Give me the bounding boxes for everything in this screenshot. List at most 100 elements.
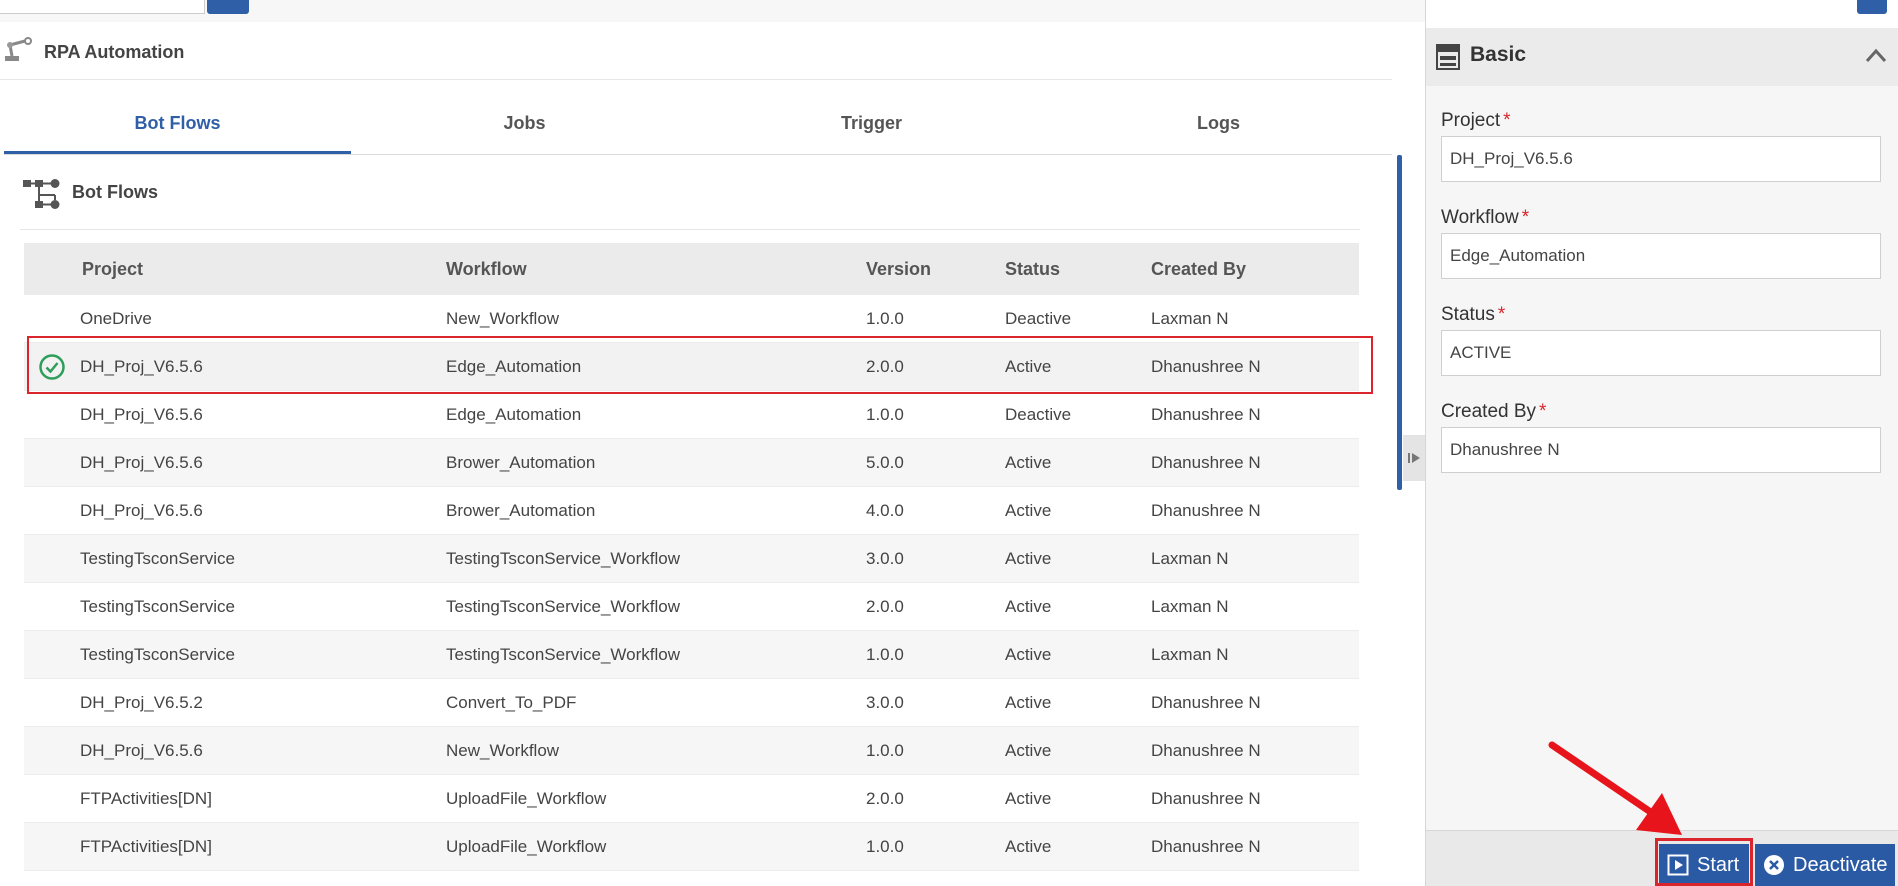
cell-version: 3.0.0: [866, 692, 904, 712]
cell-status: Active: [1005, 740, 1052, 760]
bot-flows-section-header: Bot Flows: [20, 170, 1360, 230]
column-header-status[interactable]: Status: [1005, 259, 1151, 280]
table-row[interactable]: DH_Proj_V6.5.2 Convert_To_PDF 3.0.0 Active D…: [24, 679, 1359, 727]
cell-workflow: Brower_Automation: [446, 500, 596, 520]
cell-workflow: New_Workflow: [446, 740, 560, 760]
chevron-up-icon[interactable]: [1862, 42, 1890, 70]
deactivate-button[interactable]: Deactivate: [1755, 844, 1895, 886]
cell-status: Active: [1005, 644, 1052, 664]
tab-trigger[interactable]: Trigger: [698, 100, 1045, 154]
close-circle-icon: [1764, 855, 1784, 875]
cell-status: Active: [1005, 596, 1052, 616]
table-row[interactable]: FTPActivities[DN] UploadFile_Workflow 1.0.…: [24, 823, 1359, 871]
column-header-project[interactable]: Project: [80, 259, 446, 280]
top-search-input[interactable]: [0, 0, 205, 14]
cell-workflow: Brower_Automation: [446, 452, 596, 472]
cell-status: Active: [1005, 356, 1052, 376]
cell-created-by: Dhanushree N: [1151, 740, 1261, 760]
cell-version: 1.0.0: [866, 308, 904, 328]
table-row[interactable]: DH_Proj_V6.5.6 New_Workflow 1.0.0 Active Dha…: [24, 727, 1359, 775]
cell-project: DH_Proj_V6.5.2: [80, 692, 203, 712]
check-circle-icon: [39, 353, 65, 380]
cell-version: 1.0.0: [866, 404, 904, 424]
cell-workflow: UploadFile_Workflow: [446, 836, 607, 856]
cell-version: 4.0.0: [866, 500, 904, 520]
cell-created-by: Laxman N: [1151, 548, 1229, 568]
project-field[interactable]: DH_Proj_V6.5.6: [1441, 136, 1881, 182]
cell-version: 1.0.0: [866, 740, 904, 760]
play-icon: [1667, 854, 1689, 876]
cell-status: Active: [1005, 452, 1052, 472]
created-by-field[interactable]: Dhanushree N: [1441, 427, 1881, 473]
cell-version: 2.0.0: [866, 356, 904, 376]
table-row[interactable]: TestingTsconService TestingTsconService_W…: [24, 583, 1359, 631]
top-toolbar: [0, 0, 1425, 22]
panel-top-button[interactable]: [1857, 0, 1887, 14]
cell-project: FTPActivities[DN]: [80, 836, 212, 856]
required-mark: *: [1497, 304, 1506, 325]
column-header-version[interactable]: Version: [866, 259, 1005, 280]
tab-logs[interactable]: Logs: [1045, 100, 1392, 154]
bot-flows-table: Project Workflow Version Status Created …: [24, 243, 1359, 871]
table-row[interactable]: DH_Proj_V6.5.6 Brower_Automation 5.0.0 Acti…: [24, 439, 1359, 487]
cell-workflow: Convert_To_PDF: [446, 692, 577, 712]
row-check-cell[interactable]: [24, 353, 80, 381]
cell-project: TestingTsconService: [80, 644, 235, 664]
workflow-field-label: Workflow *: [1441, 207, 1530, 228]
tab-bar: Bot Flows Jobs Trigger Logs: [4, 100, 1392, 155]
cell-project: DH_Proj_V6.5.6: [80, 356, 203, 376]
cell-status: Deactive: [1005, 404, 1072, 424]
tab-bot-flows[interactable]: Bot Flows: [4, 100, 351, 154]
project-field-label: Project *: [1441, 110, 1511, 131]
start-button[interactable]: Start: [1659, 844, 1749, 886]
cell-created-by: Laxman N: [1151, 308, 1229, 328]
table-row[interactable]: DH_Proj_V6.5.6 Edge_Automation 2.0.0 Active…: [24, 343, 1359, 391]
required-mark: *: [1503, 110, 1511, 131]
cell-status: Active: [1005, 548, 1052, 568]
splitter-handle[interactable]: [1403, 435, 1425, 481]
required-mark: *: [1521, 207, 1530, 228]
table-row[interactable]: OneDrive New_Workflow 1.0.0 Deactive Laxman …: [24, 295, 1359, 343]
cell-workflow: Edge_Automation: [446, 404, 582, 424]
cell-workflow: TestingTsconService_Workflow: [446, 548, 680, 568]
status-field-label: Status *: [1441, 304, 1506, 325]
cell-workflow: Edge_Automation: [446, 356, 582, 376]
cell-workflow: UploadFile_Workflow: [446, 788, 607, 808]
column-header-workflow[interactable]: Workflow: [446, 259, 866, 280]
robot-arm-icon: [5, 37, 32, 61]
cell-created-by: Laxman N: [1151, 644, 1229, 664]
tab-jobs[interactable]: Jobs: [351, 100, 698, 154]
column-header-created-by[interactable]: Created By: [1151, 259, 1359, 280]
cell-version: 1.0.0: [866, 644, 904, 664]
cell-project: DH_Proj_V6.5.6: [80, 404, 203, 424]
cell-created-by: Dhanushree N: [1151, 692, 1261, 712]
table-row[interactable]: TestingTsconService TestingTsconService_W…: [24, 631, 1359, 679]
cell-status: Active: [1005, 788, 1052, 808]
table-row[interactable]: TestingTsconService TestingTsconService_W…: [24, 535, 1359, 583]
table-row[interactable]: DH_Proj_V6.5.6 Brower_Automation 4.0.0 Acti…: [24, 487, 1359, 535]
deactivate-button-label: Deactivate: [1793, 853, 1888, 876]
cell-version: 3.0.0: [866, 548, 904, 568]
cell-version: 2.0.0: [866, 788, 904, 808]
table-row[interactable]: FTPActivities[DN] UploadFile_Workflow 2.0.…: [24, 775, 1359, 823]
cell-created-by: Dhanushree N: [1151, 836, 1261, 856]
start-button-label: Start: [1697, 853, 1740, 876]
panel-title: Basic: [1470, 43, 1527, 66]
workflow-field[interactable]: Edge_Automation: [1441, 233, 1881, 279]
cell-status: Deactive: [1005, 308, 1072, 328]
cell-project: DH_Proj_V6.5.6: [80, 452, 203, 472]
cell-workflow: TestingTsconService_Workflow: [446, 596, 680, 616]
cell-created-by: Dhanushree N: [1151, 500, 1261, 520]
table-row[interactable]: DH_Proj_V6.5.6 Edge_Automation 1.0.0 Deacti…: [24, 391, 1359, 439]
cell-version: 1.0.0: [866, 836, 904, 856]
cell-project: DH_Proj_V6.5.6: [80, 500, 203, 520]
cell-version: 2.0.0: [866, 596, 904, 616]
top-search-button[interactable]: [207, 0, 249, 14]
cell-project: TestingTsconService: [80, 596, 235, 616]
cell-created-by: Laxman N: [1151, 596, 1229, 616]
section-title: Bot Flows: [72, 182, 158, 202]
panel-header[interactable]: Basic: [1426, 28, 1898, 86]
status-field[interactable]: ACTIVE: [1441, 330, 1881, 376]
cell-project: OneDrive: [80, 308, 152, 328]
table-scrollbar[interactable]: [1397, 155, 1402, 490]
